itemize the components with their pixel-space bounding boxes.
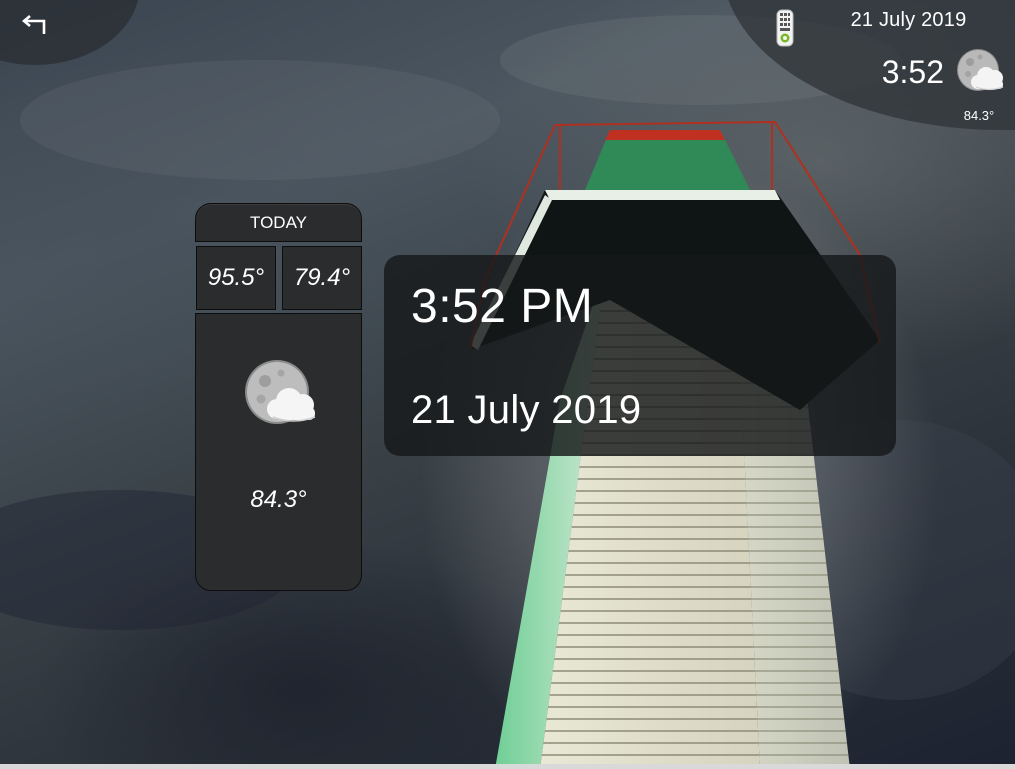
today-weather-card[interactable]: TODAY 95.5° 79.4° 84.3° xyxy=(195,203,362,591)
night-partly-cloudy-icon xyxy=(954,46,1008,96)
today-low-temperature: 79.4° xyxy=(282,246,362,310)
night-partly-cloudy-icon xyxy=(243,359,319,429)
back-button[interactable] xyxy=(21,8,52,38)
screen: 21 July 2019 3:52 84.3° TODAY 95.5° 79.4… xyxy=(0,0,1015,769)
today-current-temperature: 84.3° xyxy=(250,486,307,513)
today-title: TODAY xyxy=(195,203,362,242)
today-conditions: 84.3° xyxy=(195,313,362,591)
header-time: 3:52 xyxy=(881,54,944,90)
clock-time: 3:52 PM xyxy=(411,280,594,333)
clock-panel: 3:52 PM 21 July 2019 xyxy=(384,255,896,456)
header-date: 21 July 2019 xyxy=(850,9,967,31)
today-high-temperature: 95.5° xyxy=(196,246,276,310)
header-temperature: 84.3° xyxy=(963,108,995,123)
back-arrow-icon xyxy=(21,15,46,34)
clock-date: 21 July 2019 xyxy=(411,388,642,432)
remote-control-icon[interactable] xyxy=(774,8,796,48)
